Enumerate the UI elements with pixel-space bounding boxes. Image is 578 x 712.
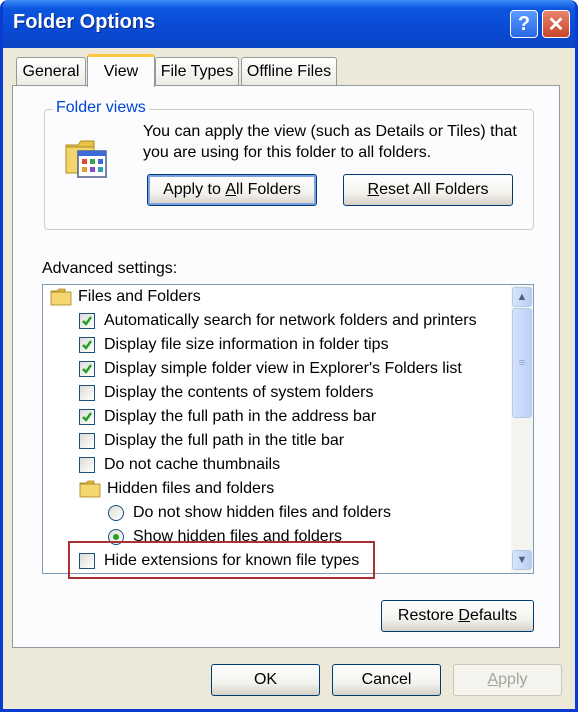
tree-group-hidden-files-and-folders: Hidden files and folders [79,477,274,501]
option-label: Display simple folder view in Explorer's… [104,360,462,377]
option-label: Automatically search for network folders… [104,312,477,329]
option-display-file-size-information-in-folder-tips[interactable]: Display file size information in folder … [79,333,389,357]
restore-label-post: efaults [469,607,518,624]
option-label: Display the full path in the address bar [104,408,377,425]
scroll-thumb[interactable]: ≡ [512,308,532,418]
apply-to-all-folders-button[interactable]: Apply to All Folders [147,174,317,206]
help-button[interactable]: ? [510,10,538,38]
folder-views-icon [65,140,107,178]
checkbox[interactable] [79,313,95,329]
scroll-down-button[interactable]: ▼ [512,550,532,570]
advanced-settings-label: Advanced settings: [42,260,178,277]
radio-button[interactable] [108,505,124,521]
close-button[interactable]: ✕ [542,10,570,38]
chevron-down-icon: ▼ [516,554,528,566]
close-icon: ✕ [547,13,565,36]
reset-all-folders-button[interactable]: Reset All Folders [343,174,513,206]
ok-button[interactable]: OK [211,664,320,696]
checkbox[interactable] [79,337,95,353]
scroll-up-button[interactable]: ▲ [512,287,532,307]
title-bar[interactable]: Folder Options ? ✕ [3,0,575,48]
option-automatically-search-for-network-folders-and-printers[interactable]: Automatically search for network folders… [79,309,477,333]
option-do-not-cache-thumbnails[interactable]: Do not cache thumbnails [79,453,280,477]
option-label: Files and Folders [78,288,201,305]
tab-offline-files[interactable]: Offline Files [241,57,337,85]
option-label: Hidden files and folders [107,480,275,497]
chevron-up-icon: ▲ [516,291,528,303]
checkbox[interactable] [79,433,95,449]
option-display-the-full-path-in-the-address-bar[interactable]: Display the full path in the address bar [79,405,376,429]
checkbox[interactable] [79,385,95,401]
highlight-annotation-box [68,541,375,579]
reset-label-post: eset All Folders [379,181,489,198]
reset-label-accel: R [367,181,380,198]
apply-btn-post: pply [498,671,528,688]
apply-button[interactable]: Apply [453,664,562,696]
option-label: Do not cache thumbnails [104,456,281,473]
checkbox[interactable] [79,409,95,425]
vertical-scrollbar[interactable]: ▲ ≡ ▼ [511,285,533,573]
apply-label-accel: A [225,181,237,198]
folder-views-description: You can apply the view (such as Details … [143,123,517,161]
apply-label-post: ll Folders [236,181,301,198]
option-display-the-contents-of-system-folders[interactable]: Display the contents of system folders [79,381,373,405]
folder-icon [79,480,101,498]
grip-icon: ≡ [518,357,526,369]
checkbox[interactable] [79,361,95,377]
option-do-not-show-hidden-files-and-folders[interactable]: Do not show hidden files and folders [108,501,391,525]
restore-label-accel: D [458,607,470,624]
option-display-simple-folder-view-in-explorer-s-folders-list[interactable]: Display simple folder view in Explorer's… [79,357,462,381]
apply-btn-accel: A [487,671,499,688]
advanced-settings-list[interactable]: Files and Folders Automatically search fo… [42,284,534,574]
option-label: Display the full path in the title bar [104,432,345,449]
option-label: Display file size information in folder … [104,336,389,353]
option-label: Do not show hidden files and folders [133,504,391,521]
option-label: Display the contents of system folders [104,384,374,401]
option-display-the-full-path-in-the-title-bar[interactable]: Display the full path in the title bar [79,429,344,453]
folder-views-title: Folder views [53,99,149,117]
restore-defaults-button[interactable]: Restore Defaults [381,600,534,632]
folder-icon [50,288,72,306]
tab-view[interactable]: View [87,54,155,87]
help-icon: ? [517,12,531,35]
checkbox[interactable] [79,457,95,473]
cancel-button[interactable]: Cancel [332,664,441,696]
window-title: Folder Options [13,11,156,33]
tree-group-files-and-folders: Files and Folders [50,285,201,309]
tab-general[interactable]: General [16,57,86,85]
tab-file-types[interactable]: File Types [155,57,239,85]
apply-label-pre: Apply to [163,181,226,198]
restore-label-pre: Restore [397,607,459,624]
